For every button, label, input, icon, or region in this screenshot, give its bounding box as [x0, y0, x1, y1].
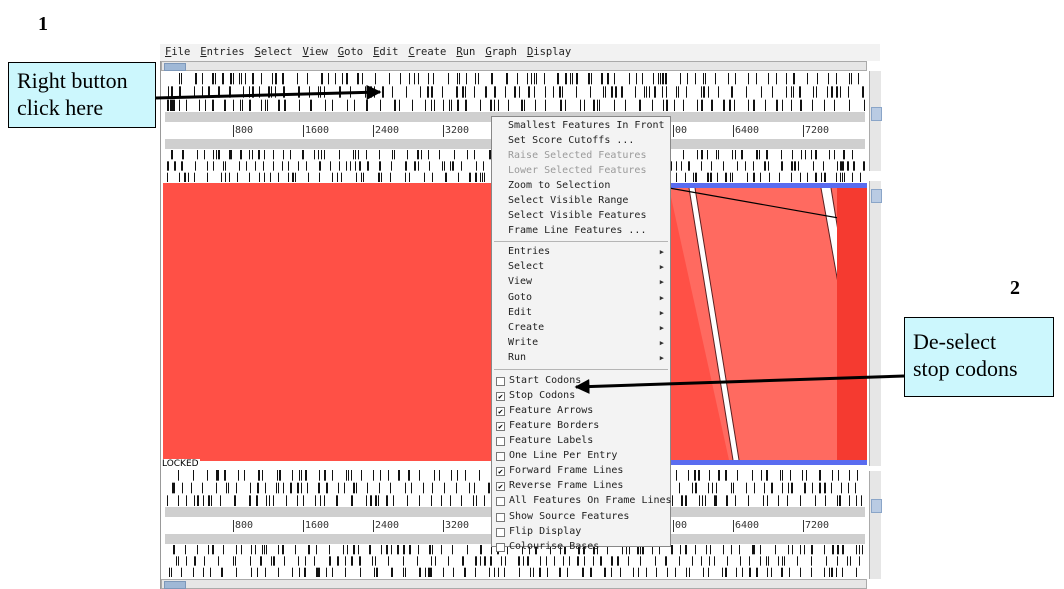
arrow-to-stop-codons: [574, 374, 905, 395]
annotation-arrows: [155, 84, 905, 395]
arrow-to-sequence-view: [155, 84, 382, 100]
